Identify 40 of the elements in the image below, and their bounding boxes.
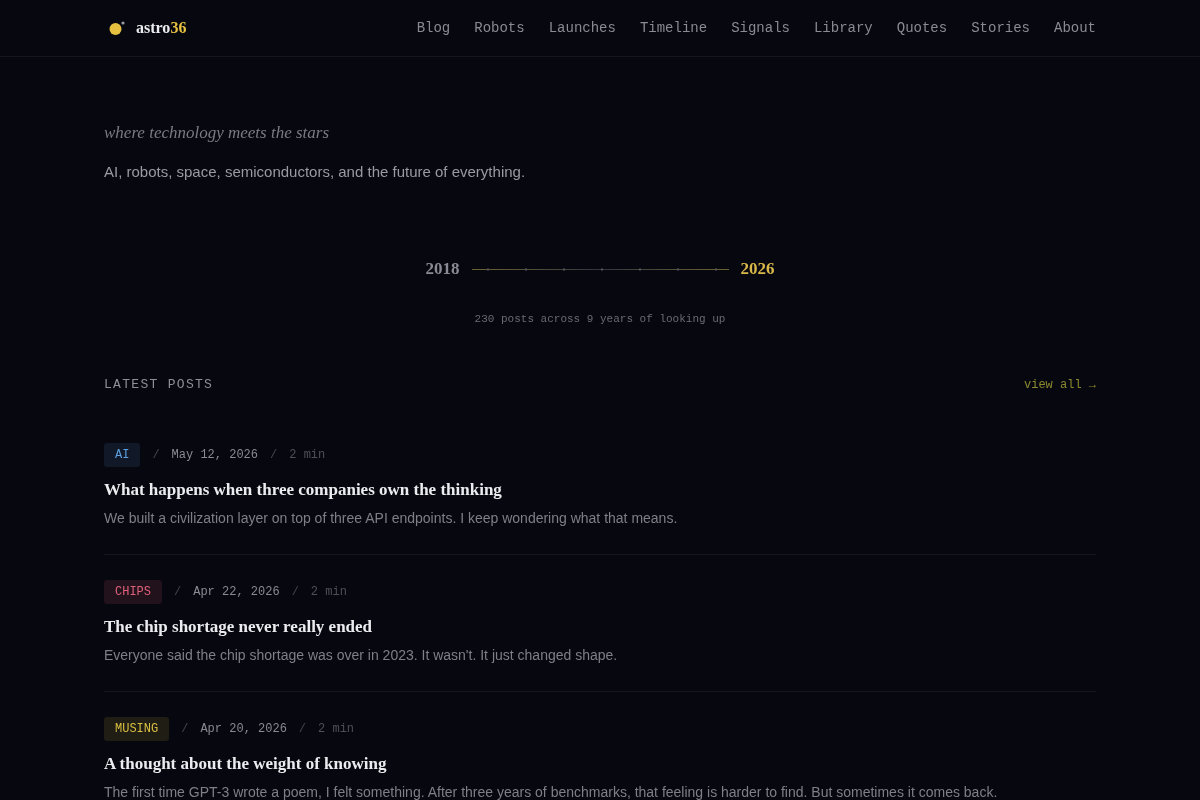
separator: /	[270, 447, 278, 464]
end-year: 2026	[740, 258, 775, 281]
category-tag[interactable]: AI	[104, 443, 141, 467]
post-date: Apr 22, 2026	[193, 584, 280, 601]
post-date: Apr 20, 2026	[200, 721, 287, 738]
tagline: where technology meets the stars	[104, 122, 331, 144]
read-time: 2 min	[289, 447, 326, 464]
post-excerpt: Everyone said the chip shortage was over in 2023. It wasn't. It just changed shape.	[104, 646, 619, 665]
nav-link[interactable]: Signals	[731, 18, 790, 38]
planet-icon	[108, 20, 126, 36]
post-title[interactable]: The chip shortage never really ended	[104, 615, 373, 639]
section-heading: LATEST POSTS	[104, 376, 214, 395]
separator: /	[298, 721, 307, 738]
nav-link[interactable]: Stories	[971, 18, 1030, 38]
separator: /	[152, 447, 160, 464]
post-title[interactable]: What happens when three companies own the thinking	[104, 478, 502, 502]
separator: /	[181, 721, 189, 738]
nav-link[interactable]: Blog	[416, 18, 451, 38]
post-excerpt: We built a civilization layer on top of three API endpoints. I keep wondering what that means.	[104, 509, 679, 528]
category-tag[interactable]: MUSING	[104, 717, 170, 741]
nav-link[interactable]: Launches	[548, 18, 616, 38]
nav-link[interactable]: Timeline	[639, 18, 708, 38]
post-title[interactable]: A thought about the weight of knowing	[104, 752, 387, 776]
view-all-link[interactable]: view all →	[1024, 376, 1096, 394]
site-description: AI, robots, space, semiconductors, and the future of everything.	[104, 162, 527, 182]
nav-link[interactable]: Robots	[474, 18, 525, 38]
category-tag[interactable]: CHIPS	[104, 580, 162, 604]
nav-link[interactable]: About	[1054, 18, 1096, 38]
nav-link[interactable]: Library	[813, 18, 873, 38]
separator: /	[174, 584, 182, 601]
logo-text: astro36	[136, 18, 187, 38]
logo-link[interactable]: astro36	[104, 16, 187, 40]
separator: /	[291, 584, 299, 601]
timeline-caption: 230 posts across 9 years of looking up	[474, 312, 726, 327]
start-year: 2018	[425, 258, 460, 281]
post-excerpt: The first time GPT-3 wrote a poem, I felt something. After three years of benchmarks, that feeling is harder to find. But sometimes it comes back.	[104, 783, 999, 800]
read-time: 2 min	[318, 721, 355, 738]
post-date: May 12, 2026	[171, 447, 259, 464]
nav-link[interactable]: Quotes	[896, 18, 948, 38]
read-time: 2 min	[310, 584, 347, 601]
